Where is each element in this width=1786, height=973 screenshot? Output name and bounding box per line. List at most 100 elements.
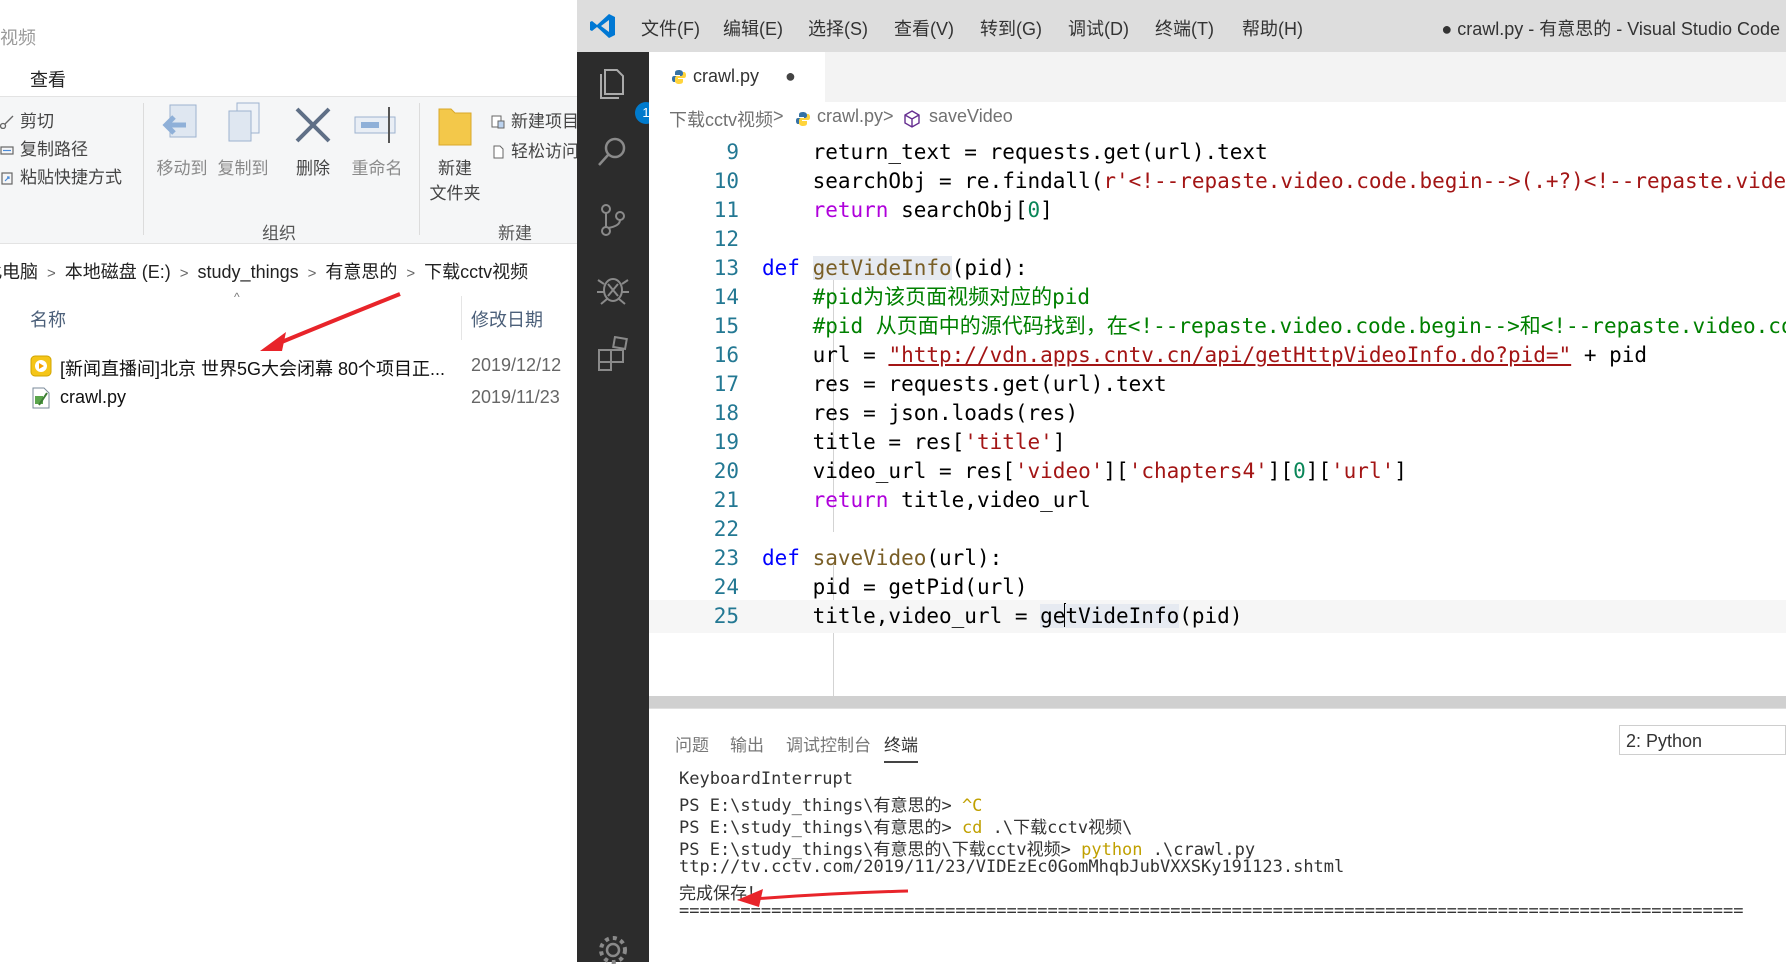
file-row[interactable]: crawl.py 2019/11/23 [0,382,580,414]
new-folder-button[interactable]: 新建 文件夹 [424,101,486,204]
breadcrumb-interesting[interactable]: 有意思的 [325,262,397,282]
tab-problems[interactable]: 问题 [675,731,709,756]
column-header: ^ 名称 修改日期 [0,290,580,340]
tab-view[interactable]: 查看 [30,66,66,92]
cut-button[interactable]: 剪切 [0,107,54,132]
python-file-icon [796,112,810,126]
breadcrumb-folder[interactable]: 下载cctv视频 [669,106,773,132]
paste-shortcut-icon [1,172,13,185]
horizontal-scrollbar[interactable] [649,696,1786,708]
tab-label: crawl.py [693,66,760,86]
file-date: 2019/11/23 [471,387,560,407]
extensions-icon [598,335,628,371]
search-icon [598,137,626,166]
new-item-icon [491,115,505,129]
code-text: title,video_url = getVideInfo(pid) [812,603,1243,628]
menu-selection[interactable]: 选择(S) [808,15,868,41]
copy-to-label: 复制到 [217,159,269,178]
new-folder-label-1: 新建 [438,159,472,178]
editor-tab-bar: crawl.py ● [649,52,1786,102]
move-to-label: 移动到 [156,159,208,178]
column-date[interactable]: 修改日期 [471,306,543,332]
column-divider[interactable] [461,296,462,340]
chevron-right-icon: > [307,265,317,282]
bottom-panel: 问题 输出 调试控制台 终端 2: Python KeyboardInterru… [649,708,1786,963]
breadcrumb-this-pc[interactable]: 此电脑 [0,262,38,282]
breadcrumb-study-things[interactable]: study_things [198,262,299,282]
terminal-line: KeyboardInterrupt [679,769,853,789]
menu-view[interactable]: 查看(V) [894,15,954,41]
copy-path-label: 复制路径 [20,140,88,159]
column-name[interactable]: 名称 [30,306,66,332]
source-control-activity[interactable] [595,202,631,238]
code-line-current: 25 title,video_url = getVideInfo(pid) [649,600,1786,633]
rename-button[interactable]: 重命名 [345,101,409,179]
easy-access-label: 轻松访问 [511,142,579,161]
file-name: [新闻直播间]北京 世界5G大会闭幕 80个项目正... [60,359,446,379]
new-folder-label-2: 文件夹 [429,184,481,203]
activity-bar: 1 [577,52,657,964]
new-item-button[interactable]: 新建项目 [491,107,579,132]
menu-edit[interactable]: 编辑(E) [723,15,783,41]
group-new-label: 新建 [498,224,532,243]
debug-activity[interactable] [595,270,631,306]
file-date: 2019/12/12 [471,355,562,375]
video-file-icon [30,355,52,377]
delete-x-icon [295,107,331,143]
python-file-icon [672,70,686,84]
breadcrumb-local-disk[interactable]: 本地磁盘 (E:) [65,262,171,282]
debug-bug-icon [597,278,629,305]
chevron-right-icon: > [47,265,56,282]
menu-debug[interactable]: 调试(D) [1068,15,1129,41]
sort-ascending-icon: ^ [234,290,240,304]
folder-icon [438,108,472,146]
menu-help[interactable]: 帮助(H) [1242,15,1303,41]
easy-access-button[interactable]: 轻松访问 [491,137,579,162]
copy-to-button[interactable]: 复制到 [212,101,274,179]
delete-label: 删除 [296,159,330,178]
menu-file[interactable]: 文件(F) [641,15,700,41]
copy-path-button[interactable]: 复制路径 [0,135,88,160]
address-bar[interactable]: 此电脑 > 本地磁盘 (E:) > study_things > 有意思的 > 下载cctv视频 [0,258,580,284]
menu-terminal[interactable]: 终端(T) [1155,15,1214,41]
explorer-activity[interactable]: 1 [595,64,657,124]
breadcrumb-download-cctv[interactable]: 下载cctv视频 [424,262,528,282]
copy-path-icon [0,146,14,155]
breadcrumb-file[interactable]: crawl.py [817,106,883,127]
breadcrumb-symbol[interactable]: saveVideo [929,106,1013,127]
delete-button[interactable]: 删除 [285,101,341,179]
copy-to-icon [228,102,260,142]
editor-breadcrumb: 下载cctv视频 > crawl.py > saveVideo [649,102,1786,136]
tab-output[interactable]: 输出 [730,731,764,756]
vscode-window: 文件(F) 编辑(E) 选择(S) 查看(V) 转到(G) 调试(D) 终端(T… [577,0,1786,964]
easy-access-icon [493,145,504,159]
tab-crawl-py[interactable]: crawl.py ● [649,52,825,102]
chevron-right-icon: > [406,265,416,282]
gear-icon [599,936,627,964]
move-to-button[interactable]: 移动到 [152,101,212,179]
unsaved-dot-icon[interactable]: ● [785,66,796,87]
chevron-right-icon: > [773,106,784,126]
tab-terminal[interactable]: 终端 [884,731,918,763]
ribbon-separator [419,103,420,235]
chevron-right-icon: > [179,265,189,282]
window-title: ● crawl.py - 有意思的 - Visual Studio Code [1441,19,1780,39]
method-cube-icon [904,110,920,128]
extensions-activity[interactable] [595,335,631,372]
line-number: 25 [713,604,739,628]
terminal-select[interactable]: 2: Python [1619,725,1786,755]
menu-go[interactable]: 转到(G) [980,15,1042,41]
tab-debug-console[interactable]: 调试控制台 [786,731,871,756]
terminal-line: ttp://tv.cctv.com/2019/11/23/VIDEzEc0Gom… [679,857,1345,877]
file-row[interactable]: [新闻直播间]北京 世界5G大会闭幕 80个项目正... 2019/12/12 [0,350,580,382]
source-control-icon [601,204,625,236]
settings-activity[interactable] [595,932,631,968]
files-icon [600,69,624,99]
explorer-title: 视频 [0,28,36,48]
code-editor[interactable]: 9 return_text = requests.get(url).text 1… [649,136,1786,708]
paste-shortcut-button[interactable]: 粘贴快捷方式 [0,163,122,188]
rename-label: 重命名 [351,159,403,178]
cut-label: 剪切 [20,112,54,131]
group-organize-label: 组织 [262,224,296,243]
search-activity[interactable] [595,134,631,170]
